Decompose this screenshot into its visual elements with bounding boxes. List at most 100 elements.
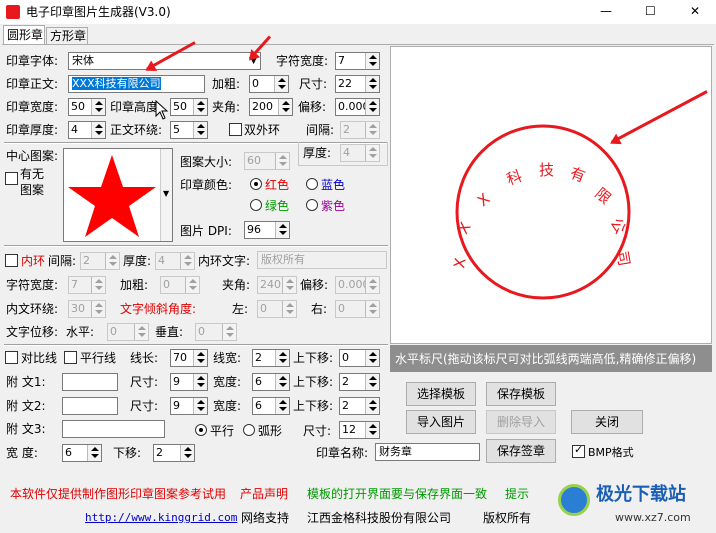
delete-import-button[interactable]: 删除导入 xyxy=(486,410,556,434)
color-red-radio[interactable] xyxy=(250,178,262,190)
text3-size-stepper[interactable]: 12 xyxy=(339,421,380,439)
dpi-label: 图片 DPI: xyxy=(180,224,232,238)
thickness-stepper[interactable]: 4 xyxy=(68,121,106,139)
inner-gap-stepper[interactable]: 2 xyxy=(80,252,120,270)
seal-preview-svg: X X X 科 技 有 限 公 司 xyxy=(450,124,633,300)
inner-bold-label: 加粗: xyxy=(120,278,149,292)
divider xyxy=(4,344,388,346)
text1-label: 附 文1: xyxy=(6,375,46,389)
tab-square[interactable]: 方形章 xyxy=(46,27,88,44)
inner-ring-checkbox[interactable] xyxy=(5,254,18,267)
select-template-button[interactable]: 选择模板 xyxy=(406,382,476,406)
horizontal-ruler[interactable]: 水平标尺(拖动该标尺可对比弧线两端高低,精确修正偏移) xyxy=(390,345,712,372)
bold-label: 加粗: xyxy=(212,77,241,91)
color-green-radio[interactable] xyxy=(250,199,262,211)
h-label: 水平: xyxy=(66,325,95,339)
text-label: 印章正文: xyxy=(6,77,59,91)
gap-stepper[interactable]: 2 xyxy=(340,121,380,139)
right-stepper[interactable]: 0 xyxy=(335,300,380,318)
text1-move-stepper[interactable]: 2 xyxy=(339,373,380,391)
offset-stepper[interactable]: 0.000 xyxy=(335,98,380,116)
color-label: 印章颜色: xyxy=(180,178,233,192)
has-pattern-checkbox[interactable] xyxy=(5,172,18,185)
bmp-checkbox[interactable] xyxy=(572,443,585,458)
text2-width-stepper[interactable]: 6 xyxy=(252,397,290,415)
inner-thickness-stepper[interactable]: 4 xyxy=(155,252,195,270)
text3-input[interactable] xyxy=(62,420,165,438)
save-seal-button[interactable]: 保存签章 xyxy=(486,439,556,463)
v-label: 垂直: xyxy=(155,325,184,339)
h-stepper[interactable]: 0 xyxy=(107,323,149,341)
wd-label: 宽 度: xyxy=(6,446,38,460)
parallel-radio[interactable] xyxy=(195,424,207,436)
text1-input[interactable] xyxy=(62,373,118,391)
minimize-icon[interactable]: — xyxy=(600,3,612,19)
text1-size-label: 尺寸: xyxy=(130,375,159,389)
line-move-stepper[interactable]: 0 xyxy=(339,349,380,367)
footer-support: 网络支持 xyxy=(241,511,290,525)
char-width-stepper[interactable]: 7 xyxy=(335,52,380,70)
inner-ring-stepper[interactable]: 30 xyxy=(68,300,106,318)
double-ring-label: 双外环 xyxy=(244,123,281,137)
color-purple-radio[interactable] xyxy=(306,199,318,211)
inner-offset-stepper[interactable]: 0.000 xyxy=(335,276,380,294)
close-icon[interactable]: ✕ xyxy=(690,3,700,19)
pattern-preview[interactable]: ▼ xyxy=(63,148,173,242)
line-width-stepper[interactable]: 2 xyxy=(252,349,290,367)
save-template-button[interactable]: 保存模板 xyxy=(486,382,556,406)
text3-size-label: 尺寸: xyxy=(303,424,332,438)
compare-line-checkbox[interactable] xyxy=(5,351,18,364)
inner-angle-stepper[interactable]: 240 xyxy=(257,276,297,294)
pattern-size-stepper[interactable]: 60 xyxy=(244,152,290,170)
footer-hint[interactable]: 提示 xyxy=(505,486,529,502)
star-icon xyxy=(68,155,156,237)
divider xyxy=(4,245,388,247)
thickness2-stepper[interactable]: 4 xyxy=(340,144,380,162)
text2-size-stepper[interactable]: 9 xyxy=(170,397,208,415)
inner-bold-stepper[interactable]: 0 xyxy=(160,276,200,294)
size-stepper[interactable]: 22 xyxy=(335,75,380,93)
text3-label: 附 文3: xyxy=(6,422,46,436)
maximize-icon[interactable]: ☐ xyxy=(645,3,656,19)
seal-name-input[interactable]: 财务章 xyxy=(375,443,480,461)
watermark-url: www.xz7.com xyxy=(615,511,691,524)
compare-line-label: 对比线 xyxy=(21,351,58,365)
wd-stepper[interactable]: 6 xyxy=(62,444,102,462)
inner-char-width-stepper[interactable]: 7 xyxy=(68,276,106,294)
text1-size-stepper[interactable]: 9 xyxy=(170,373,208,391)
left-label: 左: xyxy=(232,302,249,316)
text2-move-stepper[interactable]: 2 xyxy=(339,397,380,415)
bold-stepper[interactable]: 0 xyxy=(249,75,289,93)
char-width-label: 字符宽度: xyxy=(276,54,329,68)
watermark-name: 极光下载站 xyxy=(596,484,686,505)
seal-char: 司 xyxy=(613,250,633,268)
color-blue-radio[interactable] xyxy=(306,178,318,190)
watermark-logo-icon xyxy=(558,484,590,516)
ring-stepper[interactable]: 5 xyxy=(170,121,208,139)
footer-template-note: 模板的打开界面要与保存界面一致 xyxy=(307,487,488,501)
seal-text-input[interactable]: XXX科技有限公司 xyxy=(68,75,205,93)
footer-url[interactable]: http://www.kinggrid.com xyxy=(85,510,237,526)
text2-input[interactable] xyxy=(62,397,118,415)
inner-text-input[interactable]: 版权所有 xyxy=(257,251,387,269)
thickness-label: 印章厚度: xyxy=(6,123,59,137)
v-stepper[interactable]: 0 xyxy=(195,323,237,341)
height-stepper[interactable]: 50 xyxy=(170,98,208,116)
arc-radio[interactable] xyxy=(243,424,255,436)
footer-product[interactable]: 产品声明 xyxy=(240,486,288,502)
width-stepper[interactable]: 50 xyxy=(68,98,106,116)
text1-width-stepper[interactable]: 6 xyxy=(252,373,290,391)
angle-stepper[interactable]: 200 xyxy=(249,98,293,116)
left-stepper[interactable]: 0 xyxy=(257,300,297,318)
line-length-stepper[interactable]: 70 xyxy=(170,349,208,367)
pattern-dropdown[interactable]: ▼ xyxy=(160,149,172,241)
text1-width-label: 宽度: xyxy=(213,375,242,389)
double-ring-checkbox[interactable] xyxy=(229,123,242,136)
parallel-line-checkbox[interactable] xyxy=(64,351,77,364)
close-button[interactable]: 关闭 xyxy=(571,410,643,434)
down-stepper[interactable]: 2 xyxy=(153,444,195,462)
dpi-stepper[interactable]: 96 xyxy=(244,221,290,239)
tab-round[interactable]: 圆形章 xyxy=(3,25,45,44)
seal-char: X xyxy=(450,256,470,269)
import-image-button[interactable]: 导入图片 xyxy=(406,410,476,434)
